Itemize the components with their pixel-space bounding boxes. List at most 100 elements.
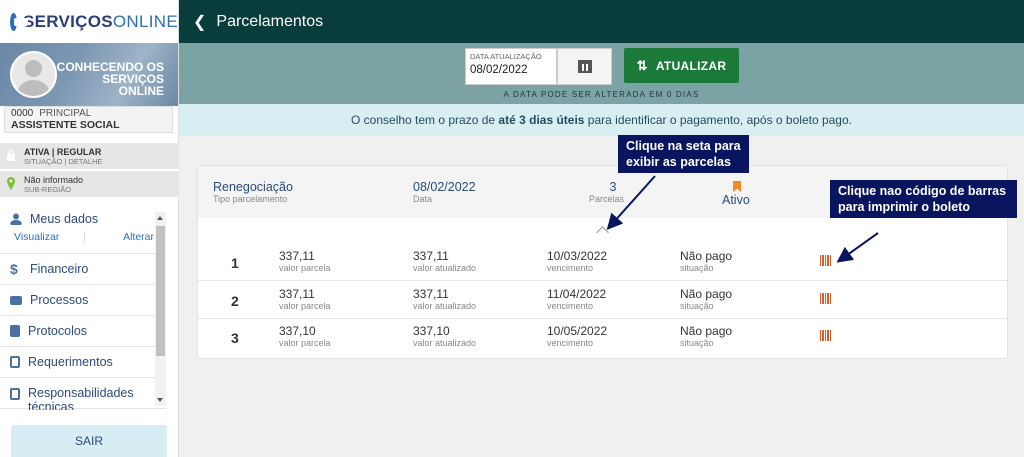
- installment-value: 337,11: [279, 249, 315, 263]
- clipboard-icon: [10, 388, 20, 400]
- installment-updated: 337,11: [413, 249, 449, 263]
- sidebar-item-label[interactable]: Meus dados: [30, 212, 98, 226]
- installment-number: 1: [231, 255, 239, 271]
- plan-date-value: 08/02/2022: [413, 180, 476, 194]
- region-row[interactable]: Não informado SUB-REGIÃO: [0, 171, 179, 198]
- scroll-up-arrow-icon[interactable]: [157, 216, 163, 220]
- refresh-icon: ⇅: [636, 57, 648, 73]
- profile-name: CONHECENDO OS SERVIÇOS ONLINE: [56, 60, 164, 98]
- installment-number: 3: [231, 330, 239, 346]
- region-label: SUB-REGIÃO: [24, 185, 72, 194]
- dollar-icon: $: [10, 261, 18, 277]
- installment-updated-label: valor atualizado: [413, 301, 477, 311]
- sidebar-scrollbar[interactable]: [155, 212, 166, 406]
- installment-value-label: valor parcela: [279, 263, 331, 273]
- sidebar-item-processos[interactable]: Processos: [0, 285, 166, 316]
- installment-due: 10/05/2022: [547, 324, 608, 338]
- user-icon: [10, 213, 22, 225]
- installment-updated: 337,11: [413, 287, 449, 301]
- avatar[interactable]: [10, 51, 57, 98]
- installment-situation: Não pago: [680, 287, 733, 301]
- installment-row: 2 337,11 valor parcela 337,11 valor atualiza…: [198, 282, 1007, 319]
- installment-due: 11/04/2022: [547, 287, 607, 301]
- update-date-value[interactable]: 08/02/2022: [470, 64, 552, 76]
- scroll-thumb[interactable]: [156, 226, 165, 356]
- installment-value: 337,10: [279, 324, 316, 338]
- update-button-label: ATUALIZAR: [655, 58, 727, 73]
- collapse-chevron-icon[interactable]: [596, 226, 609, 239]
- bookmark-icon: [733, 181, 741, 192]
- sidebar-item-label: Protocolos: [28, 324, 88, 338]
- date-toolbar: DATA ATUALIZAÇÃO 08/02/2022 ⇅ ATUALIZAR …: [179, 43, 1024, 104]
- plan-type-value: Renegociação: [213, 180, 293, 194]
- sidebar-item-financeiro[interactable]: $ Financeiro: [0, 254, 166, 285]
- sidebar-item-label: Financeiro: [30, 262, 89, 276]
- installment-situation-label: situação: [680, 338, 714, 348]
- info-text-after: para identificar o pagamento, após o bol…: [584, 113, 852, 127]
- logo-text-1: SERVIÇOS: [22, 11, 113, 31]
- barcode-callout: Clique nao código de barras para imprimi…: [830, 180, 1017, 218]
- logo[interactable]: SERVIÇOSONLINE: [0, 0, 178, 43]
- folder-icon: [10, 295, 22, 305]
- calendar-icon: [577, 60, 592, 73]
- region-value: Não informado: [24, 175, 84, 185]
- installment-number: 2: [231, 293, 239, 309]
- installment-situation-label: situação: [680, 263, 714, 273]
- update-date-field[interactable]: DATA ATUALIZAÇÃO 08/02/2022: [465, 48, 557, 85]
- sidebar-item-label: Responsabilidades técnicas: [28, 386, 134, 410]
- installment-row: 3 337,10 valor parcela 337,10 valor atualiza…: [198, 319, 1007, 356]
- installment-due-label: vencimento: [547, 338, 594, 348]
- installment-situation-label: situação: [680, 301, 714, 311]
- situation-label: SITUAÇÃO | DETALHE: [24, 157, 103, 166]
- clipboard-icon: [10, 356, 20, 368]
- sidebar-item-label: Processos: [30, 293, 89, 307]
- lock-icon: [7, 149, 15, 161]
- installment-value-label: valor parcela: [279, 338, 331, 348]
- installment-due-label: vencimento: [547, 263, 594, 273]
- info-text-bold: até 3 dias úteis: [498, 113, 585, 127]
- back-arrow-icon[interactable]: ❮: [193, 12, 206, 32]
- installment-updated-label: valor atualizado: [413, 338, 477, 348]
- plan-type-label: Tipo parcelamento: [213, 194, 288, 204]
- calendar-button[interactable]: [557, 48, 612, 85]
- info-text-before: O conselho tem o prazo de: [351, 113, 499, 127]
- sidebar-menu: Meus dados Visualizar Alterar $ Financei…: [0, 207, 166, 410]
- installment-value: 337,11: [279, 287, 315, 301]
- installment-due-label: vencimento: [547, 301, 594, 311]
- logout-button[interactable]: SAIR: [11, 425, 167, 457]
- plan-date-label: Data: [413, 194, 433, 204]
- profile-banner: CONHECENDO OS SERVIÇOS ONLINE: [0, 43, 178, 106]
- logo-text-2: ONLINE: [112, 11, 178, 31]
- update-date-label: DATA ATUALIZAÇÃO: [470, 52, 542, 61]
- barcode-icon[interactable]: [820, 255, 832, 266]
- sidebar-item-responsabilidades[interactable]: Responsabilidades técnicas: [0, 378, 166, 410]
- update-button[interactable]: ⇅ ATUALIZAR: [624, 48, 739, 83]
- user-role: ASSISTENTE SOCIAL: [11, 119, 120, 131]
- page-title: Parcelamentos: [216, 12, 324, 30]
- registration-number: 0000: [11, 108, 34, 119]
- location-pin-icon: [7, 177, 15, 190]
- barcode-icon[interactable]: [820, 293, 832, 304]
- alterar-link[interactable]: Alterar: [85, 231, 157, 243]
- scroll-down-arrow-icon[interactable]: [157, 398, 163, 402]
- installment-situation: Não pago: [680, 324, 733, 338]
- date-note: A DATA PODE SER ALTERADA EM 0 DIAS: [503, 90, 700, 99]
- installment-updated-label: valor atualizado: [413, 263, 477, 273]
- situation-row[interactable]: ATIVA | REGULAR SITUAÇÃO | DETALHE: [0, 143, 179, 170]
- registration-box: 0000 PRINCIPAL ASSISTENTE SOCIAL: [4, 106, 173, 133]
- installment-row: 1 337,11 valor parcela 337,11 valor atualiza…: [198, 244, 1007, 281]
- sidebar: SERVIÇOSONLINE CONHECENDO OS SERVIÇOS ON…: [0, 0, 179, 457]
- registration-type: PRINCIPAL: [39, 108, 92, 119]
- plan-installments-label: Parcelas: [588, 194, 624, 204]
- visualizar-link[interactable]: Visualizar: [10, 231, 85, 243]
- situation-value: ATIVA | REGULAR: [24, 147, 102, 157]
- barcode-icon[interactable]: [820, 330, 832, 341]
- header: ❮ Parcelamentos: [179, 0, 1024, 43]
- sidebar-item-protocolos[interactable]: Protocolos: [0, 316, 166, 347]
- arrow-callout: Clique na seta para exibir as parcelas: [618, 135, 749, 173]
- document-icon: [10, 325, 20, 337]
- installment-situation: Não pago: [680, 249, 733, 263]
- sidebar-item-requerimentos[interactable]: Requerimentos: [0, 347, 166, 378]
- sidebar-item-label: Requerimentos: [28, 355, 113, 369]
- installment-due: 10/03/2022: [547, 249, 608, 263]
